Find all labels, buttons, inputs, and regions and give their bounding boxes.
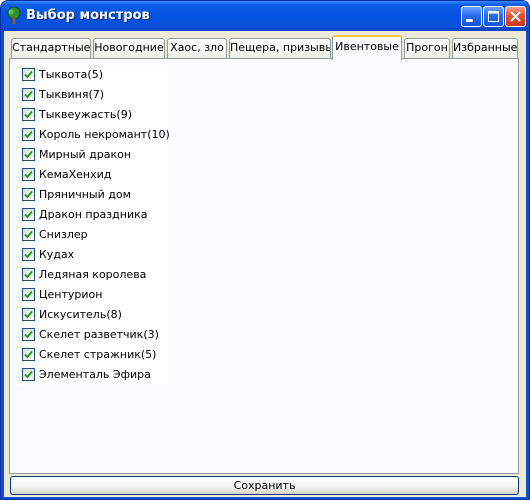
checkbox[interactable]	[22, 148, 35, 161]
monster-list-item[interactable]: Центурион	[18, 285, 168, 305]
checkmark-icon	[24, 190, 33, 199]
monster-list-item[interactable]: Король некромант(10)	[18, 125, 170, 145]
monster-label: Элементаль Эфира	[39, 368, 151, 381]
monster-list-item[interactable]: Тыквота(5)	[18, 65, 168, 85]
checkbox[interactable]	[22, 248, 35, 261]
maximize-button[interactable]	[483, 6, 504, 27]
checkmark-icon	[24, 90, 33, 99]
monster-label: Тыквиня(7)	[39, 88, 105, 101]
checkmark-icon	[24, 370, 33, 379]
monster-label: Кудах	[39, 248, 75, 261]
save-button[interactable]: Сохранить	[10, 476, 519, 495]
monster-label: КемаХенхид	[39, 168, 112, 181]
checkmark-icon	[24, 70, 33, 79]
client-area: Стандартные Новогодние Хаос, зло Пещера,…	[4, 31, 526, 497]
checkbox[interactable]	[22, 68, 35, 81]
monster-list-item[interactable]: Снизлер	[18, 225, 168, 245]
tab-strip: Стандартные Новогодние Хаос, зло Пещера,…	[9, 35, 519, 60]
monster-label: Мирный дракон	[39, 148, 132, 161]
checkbox[interactable]	[22, 128, 35, 141]
checkbox[interactable]	[22, 168, 35, 181]
tab-events[interactable]: Ивентовые	[332, 35, 402, 60]
checkmark-icon	[24, 210, 33, 219]
tab-new-year[interactable]: Новогодние	[93, 38, 165, 58]
checkbox[interactable]	[22, 188, 35, 201]
monster-list-item[interactable]: Тыквеужасть(9)	[18, 105, 168, 125]
monster-label: Дракон праздника	[39, 208, 148, 221]
monster-label: Центурион	[39, 288, 103, 301]
window-title: Выбор монстров	[26, 8, 150, 23]
checkbox[interactable]	[22, 268, 35, 281]
tab-favorites[interactable]: Избранные	[452, 38, 518, 58]
checkmark-icon	[24, 170, 33, 179]
minimize-icon	[466, 19, 473, 22]
close-button[interactable]	[505, 6, 526, 27]
checkmark-icon	[24, 350, 33, 359]
close-icon	[510, 11, 521, 22]
monster-list-item[interactable]: Элементаль Эфира	[18, 365, 168, 385]
checkbox[interactable]	[22, 348, 35, 361]
monster-label: Пряничный дом	[39, 188, 131, 201]
checkbox[interactable]	[22, 368, 35, 381]
tab-run[interactable]: Прогон	[404, 38, 450, 58]
monster-label: Снизлер	[39, 228, 88, 241]
monster-label: Искуситель(8)	[39, 308, 122, 321]
checkbox[interactable]	[22, 208, 35, 221]
checkbox[interactable]	[22, 108, 35, 121]
monster-label: Тыквота(5)	[39, 68, 103, 81]
monster-label: Тыквеужасть(9)	[39, 108, 132, 121]
checkmark-icon	[24, 110, 33, 119]
monster-label: Скелет разветчик(3)	[39, 328, 159, 341]
checkmark-icon	[24, 150, 33, 159]
tab-standard[interactable]: Стандартные	[11, 38, 91, 58]
tab-panel: Тыквота(5) Тыквиня(7) Тыквеужасть(9) Король…	[9, 58, 519, 474]
checkbox[interactable]	[22, 228, 35, 241]
minimize-button[interactable]	[461, 6, 482, 27]
monster-list-item[interactable]: Скелет стражник(5)	[18, 345, 168, 365]
checkmark-icon	[24, 130, 33, 139]
checkbox[interactable]	[22, 328, 35, 341]
monster-list-item[interactable]: Скелет разветчик(3)	[18, 325, 168, 345]
monster-list-item[interactable]: Дракон праздника	[18, 205, 168, 225]
tab-chaos-evil[interactable]: Хаос, зло	[167, 38, 227, 58]
checkmark-icon	[24, 330, 33, 339]
checkbox[interactable]	[22, 308, 35, 321]
window: Выбор монстров Стандартные Новогодние Ха…	[0, 0, 530, 500]
checkbox[interactable]	[22, 88, 35, 101]
checkmark-icon	[24, 250, 33, 259]
checkmark-icon	[24, 290, 33, 299]
monster-label: Король некромант(10)	[39, 128, 170, 141]
monster-list-item[interactable]: КемаХенхид	[18, 165, 168, 185]
tree-icon	[6, 6, 22, 25]
monster-list-item[interactable]: Мирный дракон	[18, 145, 168, 165]
checkbox[interactable]	[22, 288, 35, 301]
monster-list-item[interactable]: Пряничный дом	[18, 185, 168, 205]
checkmark-icon	[24, 230, 33, 239]
monster-list-item[interactable]: Ледяная королева	[18, 265, 168, 285]
tab-cave-summons[interactable]: Пещера, призывы	[229, 38, 331, 58]
maximize-icon	[488, 11, 499, 22]
monster-list-item[interactable]: Искуситель(8)	[18, 305, 168, 325]
monster-list-item[interactable]: Тыквиня(7)	[18, 85, 168, 105]
monster-checklist: Тыквота(5) Тыквиня(7) Тыквеужасть(9) Король…	[18, 65, 170, 385]
checkmark-icon	[24, 310, 33, 319]
monster-list-item[interactable]: Кудах	[18, 245, 168, 265]
monster-label: Ледяная королева	[39, 268, 147, 281]
monster-label: Скелет стражник(5)	[39, 348, 157, 361]
checkmark-icon	[24, 270, 33, 279]
title-bar[interactable]: Выбор монстров	[1, 1, 529, 31]
